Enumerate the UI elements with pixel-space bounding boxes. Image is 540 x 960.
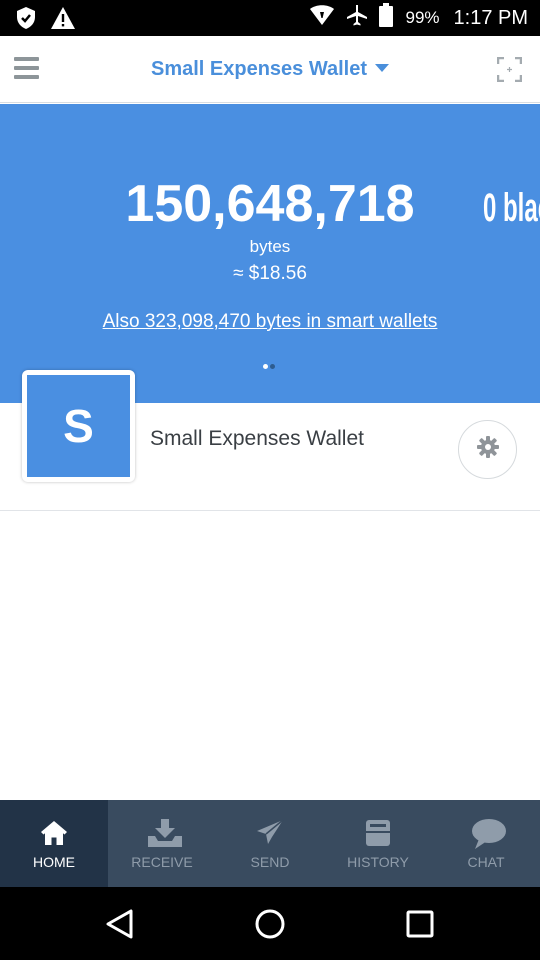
chat-bubble-icon	[471, 818, 506, 849]
back-icon[interactable]	[104, 908, 136, 940]
tab-chat[interactable]: CHAT	[432, 800, 540, 887]
tab-home-label: HOME	[33, 854, 75, 870]
app-header: Small Expenses Wallet	[0, 36, 540, 103]
smart-wallets-link[interactable]: Also 323,098,470 bytes in smart wallets	[0, 311, 540, 333]
warning-icon	[50, 6, 76, 35]
wallet-avatar-frame: S	[22, 370, 135, 482]
wallet-row[interactable]: S Small Expenses Wallet	[0, 370, 540, 511]
tab-send-label: SEND	[250, 854, 290, 870]
tab-history[interactable]: HISTORY	[324, 800, 432, 887]
tab-send[interactable]: SEND	[216, 800, 324, 887]
status-bar: 99% 1:17 PM	[0, 0, 540, 36]
tab-receive[interactable]: RECEIVE	[108, 800, 216, 887]
wifi-icon	[309, 4, 335, 32]
paper-plane-icon	[255, 818, 285, 848]
battery-icon	[379, 3, 394, 33]
page-dot	[270, 364, 275, 369]
balance-amount: 150,648,718	[125, 175, 415, 233]
airplane-icon	[345, 3, 369, 33]
tab-history-label: HISTORY	[347, 854, 409, 870]
wallet-selector[interactable]: Small Expenses Wallet	[0, 58, 540, 81]
tab-chat-label: CHAT	[467, 854, 505, 870]
battery-percent: 99%	[405, 8, 440, 27]
download-icon	[147, 818, 182, 848]
caret-down-icon	[375, 64, 389, 72]
next-card-preview: 0 black	[483, 186, 540, 230]
clock: 1:17 PM	[453, 6, 528, 29]
bottom-tab-bar: HOME RECEIVE SEND HISTORY CHAT	[0, 800, 540, 887]
tab-home[interactable]: HOME	[0, 800, 108, 887]
balance-unit: bytes	[249, 237, 291, 256]
balance-panel[interactable]: 150,648,718 0 black bytes ≈ $18.56 Also …	[0, 104, 540, 403]
page-indicator	[263, 364, 275, 369]
tab-receive-label: RECEIVE	[131, 854, 193, 870]
home-circle-icon[interactable]	[254, 908, 286, 940]
wallet-settings-button[interactable]	[458, 420, 517, 479]
scan-icon[interactable]	[496, 56, 523, 83]
system-navigation-bar	[0, 887, 540, 960]
balance-fiat: ≈ $18.56	[233, 263, 307, 284]
gear-icon	[476, 435, 500, 464]
history-icon	[363, 818, 393, 848]
recents-square-icon[interactable]	[404, 908, 436, 940]
page-dot-active	[263, 364, 268, 369]
wallet-avatar: S	[27, 375, 130, 477]
wallet-name: Small Expenses Wallet	[150, 427, 364, 450]
home-icon	[39, 818, 69, 848]
shield-icon	[14, 6, 38, 35]
wallet-title: Small Expenses Wallet	[150, 58, 367, 80]
